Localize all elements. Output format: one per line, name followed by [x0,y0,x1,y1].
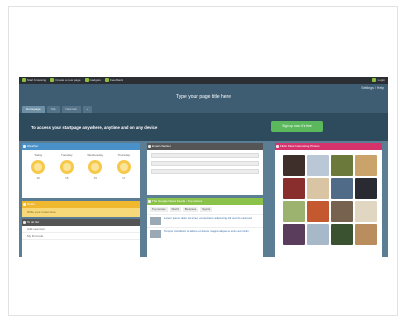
photo-thumbnail[interactable] [331,155,353,176]
photo-thumbnail[interactable] [331,178,353,199]
gadget-icon [84,78,89,82]
news-tab[interactable]: Business [182,207,199,212]
sun-icon [116,160,131,174]
photo-grid [275,150,382,250]
widget-header[interactable]: To do list [22,219,140,226]
topbar-links: Start browsing Create a new page Gadgets… [22,78,123,82]
news-item[interactable]: Lorem ipsum dolor sit amet, consectetur … [147,214,263,227]
photo-thumbnail[interactable] [283,201,305,222]
weather-widget: Weather Today 20 Tuesday 18 Wednesday 19 Th… [22,143,140,198]
startpage-screenshot: Start browsing Create a new page Gadgets… [19,77,388,257]
todo-widget: To do list Add new item My first todo [22,219,140,257]
widget-icon [23,145,26,148]
tab-new[interactable]: New tab [61,106,81,113]
forecast-day: Thursday 17 [116,153,131,180]
widget-header[interactable]: Weather [22,143,140,150]
password-field[interactable] [151,161,259,166]
topbar-link[interactable]: Start browsing [22,78,46,82]
email-widget: Email checker [147,143,263,195]
photo-thumbnail[interactable] [355,178,377,199]
widget-icon [148,200,151,203]
list-item[interactable]: My first todo [22,233,140,240]
sun-icon [59,160,74,174]
photo-thumbnail[interactable] [283,178,305,199]
forecast-day: Today 20 [26,153,51,180]
notes-text[interactable]: Write your notes here [22,208,140,216]
photo-thumbnail[interactable] [331,224,353,245]
photo-thumbnail[interactable] [307,201,329,222]
news-thumbnail [150,230,161,238]
forecast-day: Tuesday 18 [59,153,74,180]
photo-thumbnail[interactable] [355,155,377,176]
news-tabs: Top stories World Business Sports [147,205,263,214]
news-tab[interactable]: World [169,207,181,212]
settings-link[interactable]: Settings / Help [361,86,384,90]
page-tabs: Homepage Tab New tab + [22,106,93,113]
news-thumbnail [150,217,161,225]
widget-icon [148,145,151,148]
banner-message: To access your startpage anywhere, anyti… [31,125,158,130]
tab-2[interactable]: Tab [46,106,60,113]
photo-thumbnail[interactable] [307,155,329,176]
feedback-icon [104,78,109,82]
widget-icon [23,203,26,206]
photo-thumbnail[interactable] [307,178,329,199]
widget-header[interactable]: The Google News Feeds - Top stories [147,198,263,205]
news-tab[interactable]: Top stories [150,207,168,212]
page-icon [50,78,55,82]
login-link[interactable]: Login [371,78,385,82]
email-field[interactable] [151,153,259,158]
widget-header[interactable]: Notes [22,201,140,208]
news-widget: The Google News Feeds - Top stories Top … [147,198,263,257]
list-item[interactable]: Add new item [22,226,140,233]
photo-thumbnail[interactable] [307,224,329,245]
topbar-link[interactable]: Gadgets [84,78,101,82]
news-item[interactable]: Tempor incididunt ut labore et dolore ma… [147,227,263,240]
sun-icon [88,160,103,174]
sun-icon [31,160,46,174]
server-field[interactable] [151,169,259,174]
signup-button[interactable]: Sign up now. It's free [271,121,323,132]
home-icon [22,78,26,82]
tab-homepage[interactable]: Homepage [22,106,45,113]
widget-header[interactable]: Flickr Most Interesting Photos [275,143,382,150]
photo-thumbnail[interactable] [283,224,305,245]
photo-thumbnail[interactable] [355,201,377,222]
photo-thumbnail[interactable] [355,224,377,245]
photos-widget: Flickr Most Interesting Photos [275,143,382,257]
add-tab-button[interactable]: + [82,106,93,113]
widget-icon [23,221,26,224]
photo-thumbnail[interactable] [283,155,305,176]
topbar-link[interactable]: Create a new page [50,78,81,82]
notes-widget: Notes Write your notes here [22,201,140,217]
photo-thumbnail[interactable] [331,201,353,222]
signup-banner: To access your startpage anywhere, anyti… [19,113,388,141]
page-title[interactable]: Type your page title here [19,94,388,100]
topbar-link[interactable]: Feedback [104,78,123,82]
widget-header[interactable]: Email checker [147,143,263,150]
top-navigation-bar: Start browsing Create a new page Gadgets… [19,77,388,84]
user-icon [371,78,376,82]
page-header: Settings / Help Type your page title her… [19,84,388,113]
news-tab[interactable]: Sports [200,207,213,212]
forecast-days: Today 20 Tuesday 18 Wednesday 19 Thursday 17 [22,150,140,180]
widget-icon [276,145,279,148]
forecast-day: Wednesday 19 [87,153,104,180]
